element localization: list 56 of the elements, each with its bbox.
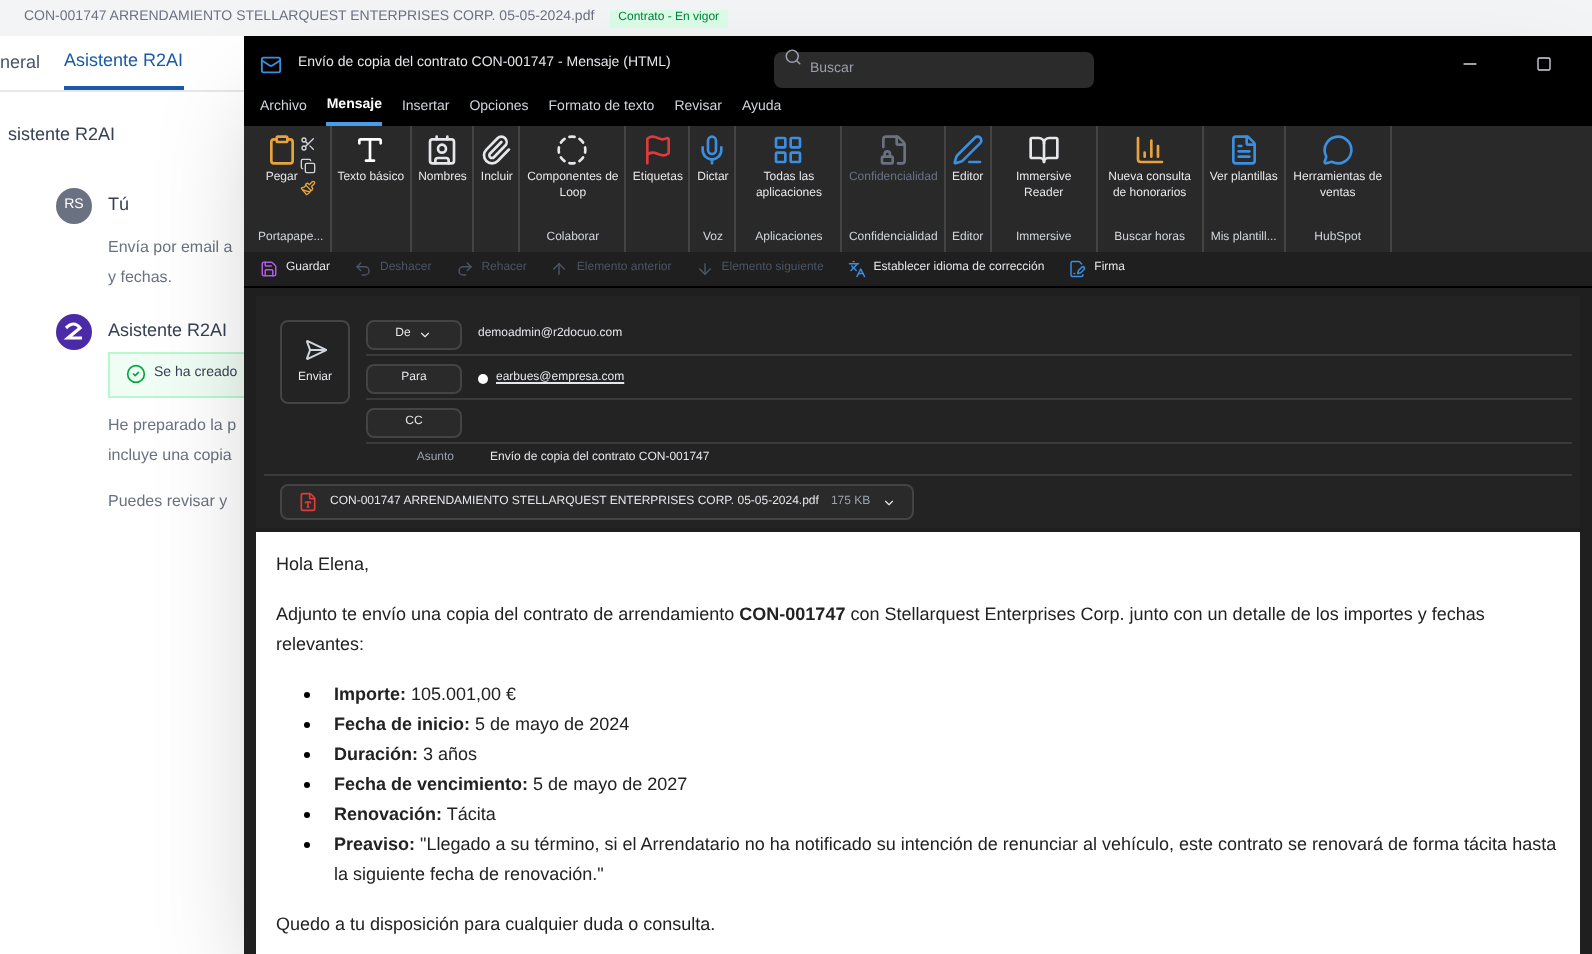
document-icon [1227,134,1260,166]
message-line: incluye una copia [108,443,232,467]
detail-item: Fecha de vencimiento: 5 de mayo de 2027 [304,770,1560,800]
microphone-icon [696,134,729,166]
detail-item: Importe: 105.001,00 € [304,680,1560,710]
chart-icon [1133,134,1166,166]
greeting: Hola Elena, [276,552,372,578]
mail-app-icon [260,53,282,75]
check-icon [126,364,146,385]
detail-item: Duración: 3 años [304,740,1560,770]
copy-icon[interactable] [299,158,316,174]
clipboard-icon [265,134,298,166]
paintbrush-icon[interactable] [299,180,316,196]
maximize-icon[interactable] [1536,56,1552,72]
signature-icon [1068,260,1087,278]
chevron-down-icon [418,328,433,342]
grid-icon [772,134,805,166]
book-icon [1027,134,1060,166]
detail-item: Renovación: Tácita [304,800,1560,830]
contact-card-icon [426,134,459,166]
detail-item: Preaviso: "Llegado a su término, si el Arrendatario no ha notificado su intención de renunciar al vehículo, este contrato se renovará de forma tácita hasta la siguiente fecha de renovación." [304,830,1560,890]
redo-icon [455,260,474,278]
text-icon [354,134,387,166]
bullet-icon [304,782,310,788]
detail-item: Fecha de inicio: 5 de mayo de 2024 [304,710,1560,740]
locked-document-icon [877,134,910,166]
paperclip-icon [480,134,513,166]
language-icon [847,260,866,278]
bullet-icon [304,692,310,698]
bullet-icon [304,842,310,848]
intro-paragraph: Adjunto te envío una copia del contrato de arrendamiento CON-001747 con Stellarquest Enterprises Corp. junto con un detalle de los importes y fechas relevantes: [276,602,1487,658]
message-line: He preparado la p [108,413,237,437]
tab[interactable]: neral [0,36,41,90]
send-icon [303,337,327,361]
pen-icon [951,134,984,166]
flag-icon [641,134,674,166]
scissors-icon[interactable] [299,136,316,152]
message-line: Envía por email a [108,235,233,259]
message-author: Tú [108,192,132,218]
chat-bubble-icon [1321,134,1354,166]
tab[interactable]: Asistente R2AI [64,36,184,90]
bullet-icon [304,812,310,818]
undo-icon [354,260,373,278]
up-arrow-icon [550,260,569,278]
down-arrow-icon [695,260,714,278]
chevron-down-icon [882,495,897,509]
bullet-icon [304,752,310,758]
search-icon [784,48,802,66]
message-line: Puedes revisar y [108,489,228,513]
closing-paragraph: Quedo a tu disposición para cualquier duda o consulta. [276,912,718,938]
save-icon [260,260,278,278]
bullet-icon [304,722,310,728]
message-author: Asistente R2AI [108,317,230,343]
assistant-logo-icon [56,313,92,349]
message-line: y fechas. [108,265,173,289]
panel-title: sistente R2AI [8,124,116,144]
